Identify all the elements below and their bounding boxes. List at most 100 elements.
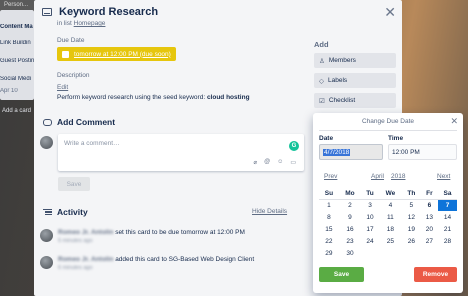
activity-item: Romeo Jr. Antolin added this card to SG-… (58, 256, 254, 263)
date-label: Date (319, 135, 334, 142)
calendar-day[interactable]: 16 (339, 223, 361, 235)
activity-time[interactable]: 6 minutes ago (58, 265, 93, 271)
save-comment-button[interactable]: Save (58, 177, 90, 191)
date-input[interactable]: 4/7/2018 (319, 144, 383, 160)
calendar-day[interactable]: 6 (420, 198, 439, 211)
calendar-day[interactable]: 5 (401, 198, 421, 211)
labels-button[interactable]: ◇ Labels (314, 73, 396, 88)
board-tab[interactable]: Person... (0, 0, 34, 10)
time-value: 12:00 PM (392, 148, 420, 156)
due-date-badge[interactable]: tomorrow at 12:00 PM (due soon) (57, 47, 176, 61)
weekday-row: Su Mo Tu We Th Fr Sa (319, 188, 457, 199)
description-keyword: cloud hosting (206, 94, 250, 101)
calendar-day[interactable]: 17 (361, 223, 379, 235)
calendar-empty-cell (421, 247, 438, 259)
members-button[interactable]: ♙ Members (314, 53, 396, 68)
calendar-day[interactable]: 28 (438, 235, 457, 247)
avatar[interactable] (40, 136, 53, 149)
calendar-day[interactable]: 27 (421, 235, 438, 247)
close-icon[interactable]: ✕ (450, 116, 458, 127)
date-value: 4/7/2018 (323, 148, 351, 156)
comment-placeholder: Write a comment… (64, 140, 120, 147)
prev-month-link[interactable]: Prev (324, 173, 337, 180)
calendar-day[interactable]: 20 (421, 223, 438, 235)
activity-heading: Activity (43, 207, 88, 217)
grammarly-icon[interactable]: G (289, 141, 299, 151)
calendar-day[interactable]: 7 (438, 198, 457, 211)
calendar-empty-cell (402, 247, 421, 259)
calendar-day[interactable]: 10 (361, 211, 379, 223)
activity-user[interactable]: Romeo Jr. Antolin (58, 256, 113, 263)
list-card[interactable]: Content Ma (0, 24, 34, 30)
emoji-icon[interactable]: ☺ (277, 159, 283, 166)
time-input[interactable]: 12:00 PM (388, 144, 457, 160)
calendar-body: 1 2 3 4 5 6 7 8 9 10 11 12 13 14 15 16 17 18 19 20 21 22 23 24 2… (319, 198, 457, 259)
calendar-day[interactable]: 29 (319, 247, 339, 259)
calendar-day[interactable]: 19 (402, 223, 421, 235)
calendar-day[interactable]: 11 (379, 211, 402, 223)
tag-icon: ◇ (319, 77, 324, 85)
calendar-day[interactable]: 2 (338, 198, 362, 211)
remove-due-date-button[interactable]: Remove (414, 267, 457, 282)
in-list-text: in list Homepage (57, 20, 105, 27)
calendar-day[interactable]: 21 (438, 223, 457, 235)
avatar[interactable] (40, 256, 53, 269)
comment-input[interactable]: Write a comment… G ⌀ @ ☺ ▭ (58, 134, 304, 171)
weekday-header: Tu (366, 189, 374, 197)
card-title[interactable]: Keyword Research (59, 6, 158, 18)
list-card-date: Apr 10 (0, 88, 18, 94)
time-label: Time (388, 135, 404, 142)
list-card[interactable]: Social Medi (0, 76, 34, 82)
checklist-button[interactable]: ☑ Checklist (314, 93, 396, 108)
activity-time[interactable]: 5 minutes ago (58, 238, 93, 244)
calendar-day[interactable]: 3 (361, 198, 379, 211)
calendar-day[interactable]: 25 (379, 235, 402, 247)
calendar-day[interactable]: 4 (378, 198, 402, 211)
next-month-link[interactable]: Next (437, 173, 450, 180)
mention-icon[interactable]: @ (264, 159, 270, 166)
list-card[interactable]: Guest Postin (0, 58, 34, 64)
calendar-day[interactable]: 12 (402, 211, 421, 223)
calendar-day[interactable]: 13 (421, 211, 438, 223)
add-section-title: Add (314, 40, 329, 49)
hide-details-link[interactable]: Hide Details (252, 208, 287, 215)
board-list: Content Ma Link Buildin Guest Postin Soc… (0, 10, 34, 100)
calendar-week-row: 29 30 (319, 247, 457, 259)
activity-item: Romeo Jr. Antolin set this card to be du… (58, 229, 245, 236)
edit-description-link[interactable]: Edit (57, 84, 68, 91)
calendar-day[interactable]: 8 (319, 211, 339, 223)
card-link-icon[interactable]: ▭ (290, 159, 296, 166)
calendar-day[interactable]: 1 (319, 198, 339, 211)
due-complete-checkbox[interactable] (62, 50, 69, 58)
calendar-day[interactable]: 23 (339, 235, 361, 247)
due-date-text: tomorrow at 12:00 PM (due soon) (74, 50, 171, 58)
list-link[interactable]: Homepage (74, 20, 106, 27)
description-label: Description (57, 72, 90, 79)
month-select[interactable]: April (371, 173, 384, 180)
activity-text: set this card to be due tomorrow at 12:0… (115, 229, 245, 236)
description-body: Perform keyword research using the seed … (57, 94, 206, 101)
calendar-day[interactable]: 30 (339, 247, 361, 259)
add-card-link[interactable]: Add a card (2, 108, 31, 114)
calendar-day[interactable]: 15 (319, 223, 339, 235)
calendar-day[interactable]: 9 (339, 211, 361, 223)
save-due-date-button[interactable]: Save (319, 267, 364, 282)
calendar-day[interactable]: 14 (438, 211, 457, 223)
weekday-header: Sa (443, 189, 452, 197)
calendar-day[interactable]: 24 (361, 235, 379, 247)
attach-icon[interactable]: ⌀ (253, 159, 257, 166)
calendar-grid: Su Mo Tu We Th Fr Sa 1 2 3 4 5 6 7 8 9 10 11 12 13 14… (319, 188, 457, 259)
avatar[interactable] (40, 229, 53, 242)
year-select[interactable]: 2018 (391, 173, 405, 180)
calendar-day[interactable]: 18 (379, 223, 402, 235)
close-icon[interactable]: ✕ (384, 4, 396, 21)
calendar-day[interactable]: 26 (402, 235, 421, 247)
calendar-week-row: 15 16 17 18 19 20 21 (319, 223, 457, 235)
add-comment-title: Add Comment (57, 117, 116, 127)
list-card[interactable]: Link Buildin (0, 40, 34, 46)
activity-text: added this card to SG-Based Web Design C… (115, 256, 255, 263)
checklist-label: Checklist (328, 97, 356, 104)
calendar-empty-cell (379, 247, 402, 259)
calendar-day[interactable]: 22 (319, 235, 339, 247)
activity-user[interactable]: Romeo Jr. Antolin (58, 229, 113, 236)
